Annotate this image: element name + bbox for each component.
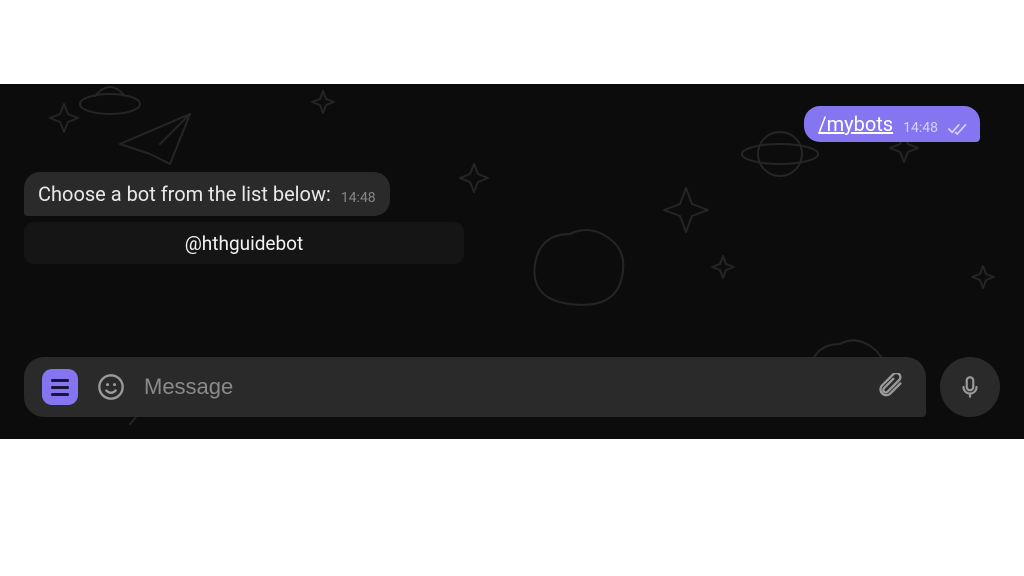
- received-message-text: Choose a bot from the list below:: [38, 182, 331, 206]
- double-check-icon: [948, 122, 968, 136]
- sticker-button[interactable]: [94, 370, 128, 404]
- received-message-bubble[interactable]: Choose a bot from the list below: 14:48: [24, 172, 390, 216]
- hamburger-icon: [51, 379, 69, 396]
- inline-keyboard-button[interactable]: @hthguidebot: [24, 222, 464, 264]
- received-message-group: Choose a bot from the list below: 14:48 …: [24, 172, 464, 264]
- voice-message-button[interactable]: [940, 357, 1000, 417]
- sent-message-text: /mybots: [818, 112, 893, 136]
- attach-button[interactable]: [874, 370, 908, 404]
- chat-window: /mybots 14:48 Choose a bot from the list…: [0, 84, 1024, 439]
- sent-message-bubble[interactable]: /mybots 14:48: [804, 106, 980, 142]
- sent-message-time: 14:48: [903, 120, 938, 136]
- inline-keyboard-button-label: @hthguidebot: [185, 232, 303, 255]
- composer-main: [24, 357, 926, 417]
- bot-menu-button[interactable]: [42, 369, 78, 405]
- smile-icon: [97, 373, 125, 401]
- microphone-icon: [957, 374, 983, 400]
- inline-keyboard: @hthguidebot: [24, 222, 464, 264]
- composer: [24, 357, 1000, 417]
- received-message-time: 14:48: [341, 190, 376, 206]
- message-input[interactable]: [144, 374, 858, 400]
- paperclip-icon: [877, 373, 905, 401]
